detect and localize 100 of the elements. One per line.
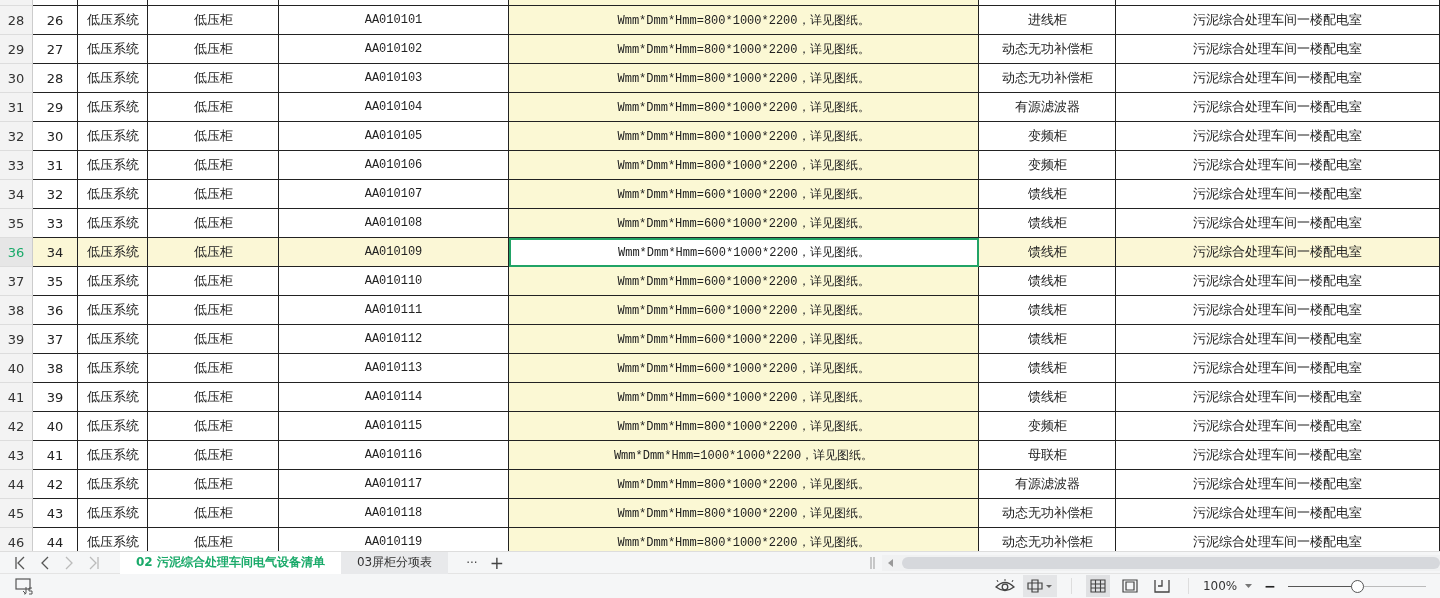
table-cell: AA010116 [279,441,509,470]
row-number[interactable]: 32 [0,122,33,151]
table-cell: 变频柜 [979,122,1116,151]
row-number[interactable]: 42 [0,412,33,441]
table-cell: AA010113 [279,354,509,383]
table-cell: Wmm*Dmm*Hmm=800*1000*2200，详见图纸。 [509,499,979,528]
table-cell: 37 [33,325,78,354]
row-number[interactable]: 37 [0,267,33,296]
previous-sheet-icon[interactable] [40,555,50,570]
table-cell: 馈线柜 [979,238,1116,267]
caret-icon[interactable] [1245,583,1253,589]
table-cell: 变频柜 [979,151,1116,180]
table-cell: AA010103 [279,64,509,93]
eye-icon[interactable] [994,579,1015,593]
row-number[interactable]: 44 [0,470,33,499]
table-cell: 有源滤波器 [979,93,1116,122]
table-cell: 低压系统 [78,151,148,180]
table-cell: 馈线柜 [979,180,1116,209]
table-cell: 低压柜 [148,354,279,383]
table-cell: 低压柜 [148,412,279,441]
table-cell: 低压柜 [148,35,279,64]
row-number[interactable]: 35 [0,209,33,238]
row-number[interactable]: 43 [0,441,33,470]
normal-view-button[interactable] [1085,575,1110,597]
table-cell: 污泥综合处理车间一楼配电室 [1116,354,1440,383]
macro-icon[interactable] [14,577,34,595]
table-cell: 污泥综合处理车间一楼配电室 [1116,296,1440,325]
table-cell: 污泥综合处理车间一楼配电室 [1116,383,1440,412]
table-cell: Wmm*Dmm*Hmm=800*1000*2200，详见图纸。 [509,151,979,180]
add-sheet-button[interactable]: + [489,552,504,573]
first-sheet-icon[interactable] [14,555,26,570]
reading-mode-button[interactable] [1022,575,1057,597]
row-number[interactable]: 38 [0,296,33,325]
table-cell: 低压系统 [78,238,148,267]
row-number[interactable]: 31 [0,93,33,122]
table-cell: 低压柜 [148,470,279,499]
table-cell: 35 [33,267,78,296]
scrollbar-track[interactable] [882,554,1440,571]
table-cell: 42 [33,470,78,499]
row-number[interactable]: 45 [0,499,33,528]
table-cell: 29 [33,93,78,122]
row-number[interactable]: 40 [0,354,33,383]
table-cell: 低压系统 [78,412,148,441]
row-number[interactable]: 33 [0,151,33,180]
table-cell: Wmm*Dmm*Hmm=600*1000*2200，详见图纸。 [509,209,979,238]
table-cell: AA010115 [279,412,509,441]
row-number[interactable]: 30 [0,64,33,93]
table-cell: 污泥综合处理车间一楼配电室 [1116,180,1440,209]
table-cell: AA010112 [279,325,509,354]
table-cell: 污泥综合处理车间一楼配电室 [1116,93,1440,122]
table-cell: 低压柜 [148,180,279,209]
zoom-slider-thumb[interactable] [1351,579,1364,593]
row-number[interactable]: 29 [0,35,33,64]
table-cell: AA010107 [279,180,509,209]
table-cell: 低压系统 [78,354,148,383]
scroll-left-icon[interactable] [888,558,894,567]
table-cell: Wmm*Dmm*Hmm=800*1000*2200，详见图纸。 [509,122,979,151]
row-number[interactable]: 46 [0,528,33,551]
table-cell: 低压系统 [78,296,148,325]
table-cell: 污泥综合处理车间一楼配电室 [1116,238,1440,267]
table-cell: 低压柜 [148,93,279,122]
table-cell: 低压柜 [148,6,279,35]
table-cell: Wmm*Dmm*Hmm=600*1000*2200，详见图纸。 [509,296,979,325]
row-number[interactable]: 28 [0,6,33,35]
table-cell: 低压柜 [148,325,279,354]
table-cell: 动态无功补偿柜 [979,64,1116,93]
table-cell: AA010104 [279,93,509,122]
table-cell: 馈线柜 [979,325,1116,354]
table-cell: Wmm*Dmm*Hmm=800*1000*2200，详见图纸。 [509,470,979,499]
table-cell: 低压系统 [78,383,148,412]
table-cell: Wmm*Dmm*Hmm=800*1000*2200，详见图纸。 [509,35,979,64]
table-cell: 低压系统 [78,35,148,64]
table-cell: 低压柜 [148,267,279,296]
table-cell: Wmm*Dmm*Hmm=800*1000*2200，详见图纸。 [509,93,979,122]
more-sheets-button[interactable]: ··· [466,555,478,570]
table-cell: 低压系统 [78,470,148,499]
table-cell: 污泥综合处理车间一楼配电室 [1116,122,1440,151]
table-cell: 污泥综合处理车间一楼配电室 [1116,470,1440,499]
table-cell: 27 [33,35,78,64]
table-cell: 低压柜 [148,122,279,151]
table-cell: AA010101 [279,6,509,35]
zoom-out-button[interactable]: − [1264,578,1276,594]
table-cell: 馈线柜 [979,296,1116,325]
table-cell: 低压柜 [148,238,279,267]
zoom-level[interactable]: 100% [1202,579,1238,593]
table-cell: 26 [33,6,78,35]
scrollbar-thumb[interactable] [902,556,1440,569]
table-cell: 动态无功补偿柜 [979,499,1116,528]
table-cell: AA010111 [279,296,509,325]
table-cell: 低压柜 [148,151,279,180]
table-cell: 低压系统 [78,267,148,296]
sheet-tab[interactable]: 03屏柜分项表 [340,551,449,574]
row-number[interactable]: 41 [0,383,33,412]
table-cell: 污泥综合处理车间一楼配电室 [1116,441,1440,470]
table-cell: AA010114 [279,383,509,412]
row-number[interactable]: 39 [0,325,33,354]
table-cell: 34 [33,238,78,267]
table-cell: 低压柜 [148,296,279,325]
table-cell: AA010110 [279,267,509,296]
row-number[interactable]: 34 [0,180,33,209]
